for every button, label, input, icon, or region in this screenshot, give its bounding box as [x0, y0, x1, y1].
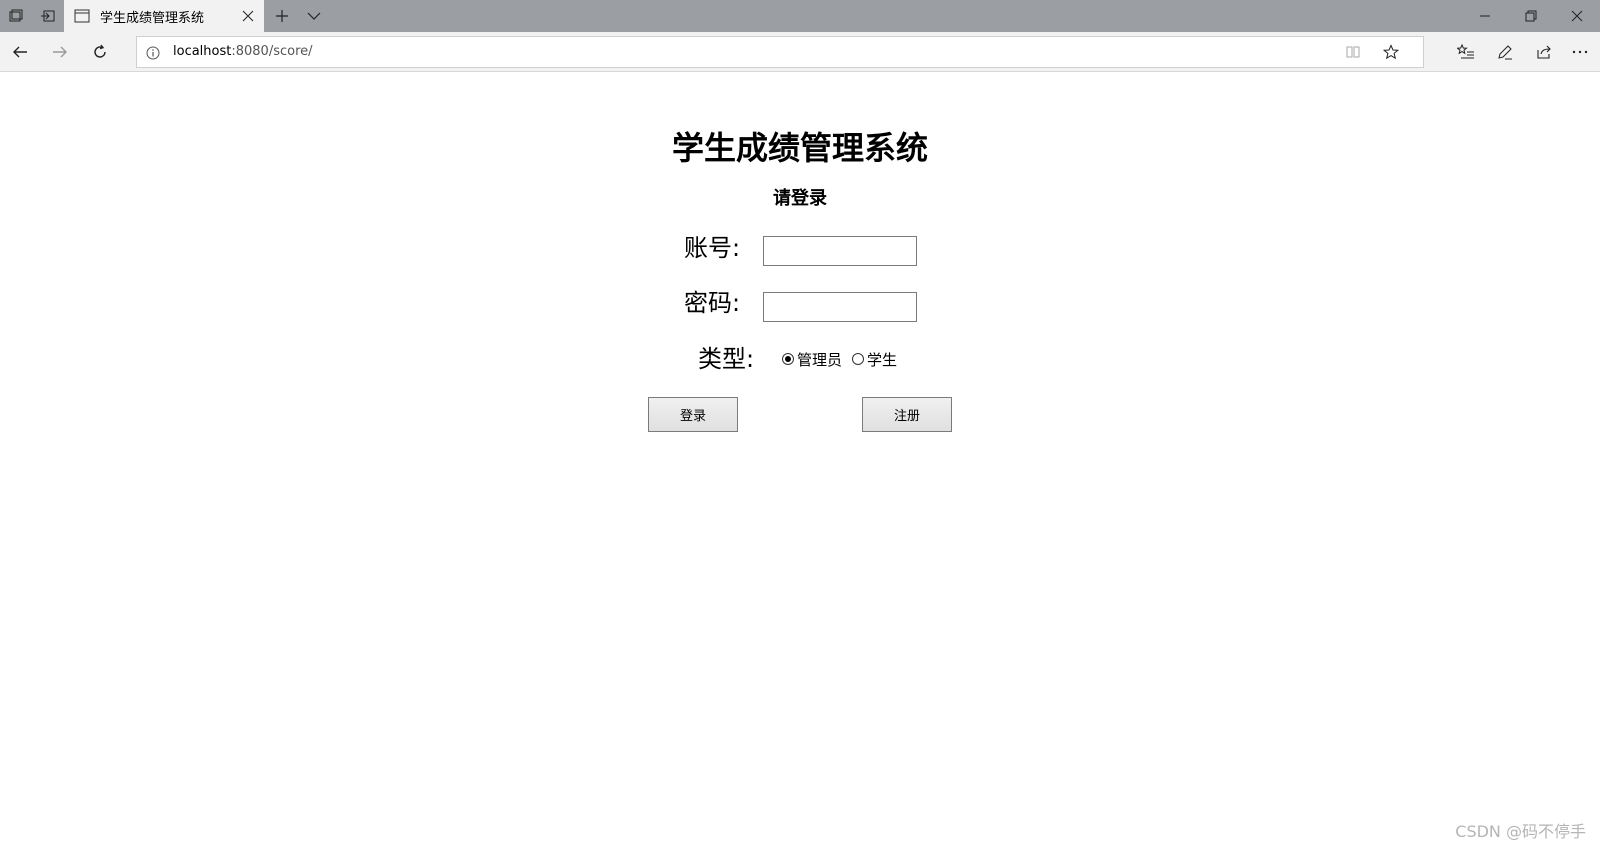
tab-set-aside-icon[interactable]	[0, 0, 32, 32]
account-input[interactable]	[763, 236, 917, 266]
forward-arrow-icon[interactable]	[40, 32, 80, 72]
minimize-icon[interactable]	[1462, 0, 1508, 32]
favorites-list-icon[interactable]	[1446, 32, 1486, 72]
radio-admin-label[interactable]: 管理员	[797, 349, 842, 370]
chevron-down-icon[interactable]	[298, 0, 330, 32]
page-icon	[74, 9, 90, 23]
more-options-icon[interactable]	[1560, 32, 1600, 72]
login-button[interactable]: 登录	[648, 397, 738, 432]
refresh-icon[interactable]	[80, 32, 120, 72]
page-content: 学生成绩管理系统 请登录 账号: 密码: 类型: 管理员 学生 登录 注册 CS…	[0, 73, 1600, 860]
tab-bar: 学生成绩管理系统	[0, 0, 1600, 32]
restore-icon[interactable]	[1508, 0, 1554, 32]
radio-admin[interactable]	[782, 353, 794, 365]
address-bar[interactable]: localhost:8080/score/	[136, 36, 1424, 68]
browser-tab-active[interactable]: 学生成绩管理系统	[64, 0, 264, 32]
tab-title: 学生成绩管理系统	[100, 10, 205, 26]
radio-selected-dot	[785, 356, 791, 362]
login-subtitle: 请登录	[773, 188, 827, 209]
window-close-icon[interactable]	[1554, 0, 1600, 32]
info-icon[interactable]	[145, 45, 161, 61]
password-label: 密码:	[684, 289, 741, 317]
account-label: 账号:	[684, 234, 741, 262]
pen-notes-icon[interactable]	[1485, 32, 1525, 72]
password-input[interactable]	[763, 292, 917, 322]
register-button[interactable]: 注册	[862, 397, 952, 432]
url-text[interactable]: localhost:8080/score/	[173, 37, 1323, 67]
close-icon[interactable]	[240, 8, 256, 24]
new-tab-icon[interactable]	[266, 0, 298, 32]
page-title: 学生成绩管理系统	[671, 129, 928, 167]
radio-student[interactable]	[852, 353, 865, 365]
watermark-text: CSDN @码不停手	[1455, 822, 1586, 841]
url-host: localhost	[173, 44, 232, 59]
back-arrow-icon[interactable]	[0, 32, 40, 72]
share-icon[interactable]	[1524, 32, 1564, 72]
favorite-star-icon[interactable]	[1375, 37, 1407, 67]
url-path: :8080/score/	[231, 44, 313, 59]
radio-student-label[interactable]: 学生	[867, 349, 897, 370]
type-label: 类型:	[698, 345, 755, 373]
navigation-bar: localhost:8080/score/	[0, 32, 1600, 72]
user-type-radio-group: 管理员 学生	[782, 348, 907, 370]
set-tabs-aside-icon[interactable]	[32, 0, 64, 32]
reading-view-icon[interactable]	[1337, 37, 1369, 67]
